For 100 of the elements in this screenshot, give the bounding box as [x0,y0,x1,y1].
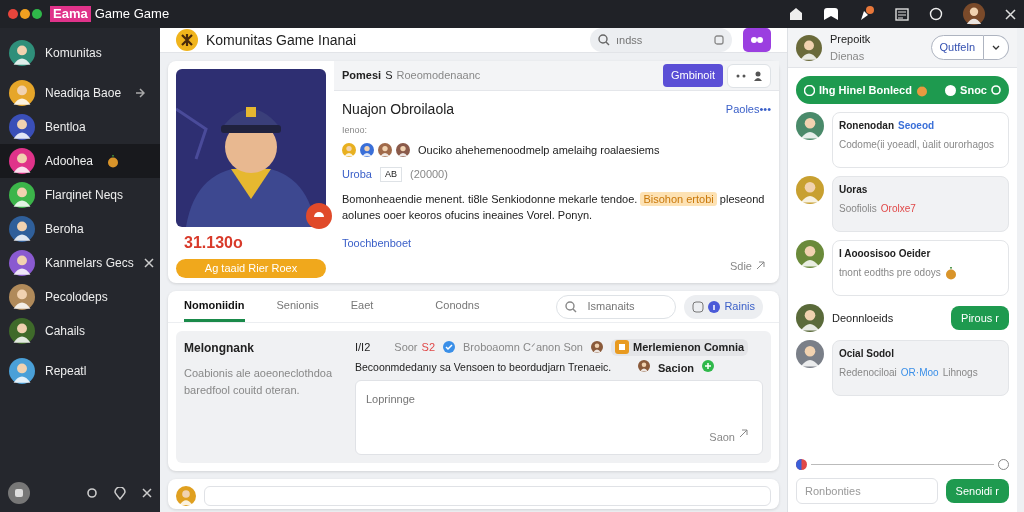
topic-tag: Merlemienon Comnia [611,339,749,356]
text-link[interactable]: Toochbenboet [342,234,412,251]
notification-icon[interactable] [859,6,875,22]
arrow-icon [756,261,765,271]
search-input[interactable]: ındss [614,30,710,50]
dots-icon [736,73,746,78]
message-text: Soofiolis [839,202,877,216]
arrow-icon [739,428,748,438]
home-icon[interactable] [789,7,803,21]
tab[interactable]: Eaet [350,290,374,323]
event-banner[interactable]: Ihg Hinel Bonlecd Snoc [796,76,1009,104]
action-button[interactable]: Pirous r [951,305,1009,331]
send-button[interactable]: Senoidi r [945,478,1009,504]
fruit-icon [944,265,957,280]
verified-icon [443,341,455,354]
pin-icon [135,88,145,98]
message-text: Codome(ii yoeadl, ùalit ourorhagos [839,138,995,152]
member-avatar [638,359,650,372]
send-button[interactable]: Saon [703,427,754,446]
page-title: Komunitas Game Inanai [206,30,357,50]
member-avatar [396,142,410,157]
tab[interactable]: Conodns [435,290,480,323]
tab[interactable]: Nomoniidin [184,290,245,323]
sidebar-item[interactable]: Cahails [0,314,160,348]
sidebar-item[interactable]: Komunitas [0,36,160,70]
search-icon [565,300,578,313]
message-field[interactable]: Ronbonties [796,478,938,504]
sidebar-item[interactable]: Neadiqa Baoe [0,76,160,110]
user-icon [754,70,762,81]
share-button[interactable]: Sdie [723,256,771,275]
message-tag: OR·Moo [900,365,939,380]
comment-field[interactable] [204,486,771,506]
filter-button[interactable]: Rainis [684,294,763,319]
member-avatar [360,142,374,157]
member-avatar [591,341,603,354]
message-author: I Aooosisoo Oeider [839,247,931,261]
info-icon [708,300,721,313]
message-author: Deonnloeids [832,310,894,326]
sidebar-item[interactable]: Adoohea [0,144,160,178]
author-tag: Seoeod [898,118,935,133]
primary-button[interactable]: Gmbinoit [662,64,723,87]
score: Soor S2 [394,340,435,355]
rating-link[interactable]: Uroba [342,166,372,183]
band-subtitle: Roeomodenaanc [396,68,481,84]
sidebar-item[interactable]: Bentloa [0,110,160,144]
search-input[interactable]: Ismanaits [585,297,666,316]
more-link[interactable]: Paoles••• [725,101,771,118]
rating-count: (20000) [410,167,448,182]
caret-icon [992,45,1000,50]
cross-icon [143,258,154,268]
game-button[interactable] [743,28,771,52]
topic-status: Sacion [658,360,695,376]
sidebar-item[interactable]: Pecolodeps [0,280,160,314]
rating-tag: AB [379,166,402,182]
band-title: Pomesi [342,68,382,84]
member-avatar [342,142,356,157]
message-author: Ocial Sodol [839,347,894,361]
tag-icon [615,340,629,355]
summary-text: Ouciko ahehemenoodmelp amelaihg roalaesiems [418,142,660,158]
band-separator: S [385,68,393,84]
search-field[interactable]: Ismanaits [556,294,677,319]
description: Bomonheaendie menent. ti8le Senkiodonne mekarle tendoe. Bisohon ertobi pleseond aolunes ooer keoros ofucins ineaines Vorel. Ponyn. [342,190,766,223]
user-name: Prepoitk [830,32,871,47]
fruit-icon [915,83,928,97]
sidebar-item[interactable]: Kanmelars Gecs [0,246,160,280]
label: Ienoo: [342,124,369,137]
topic-body: Becoonmdedanıy sa Vensoen to beordudjarn Trenaeic. [355,359,613,375]
message-tag: Orolxe7 [880,201,916,216]
logo: Eama [50,6,91,22]
sidebar-item[interactable]: Beroha [0,212,160,246]
search-icon [598,34,610,46]
verified-author: Broboaomn Cᐟanon Son [463,340,583,355]
fruit-icon [107,154,120,168]
reply-field[interactable]: Loprinnge Saon [355,380,763,455]
topic-description: Coabionis ale aoeoneclothdoa baredfool couitd oteran. [184,366,333,398]
more-button[interactable] [727,63,771,88]
profile-avatar [963,3,985,25]
message-text: Lihnogs [942,366,978,380]
user-avatar [176,486,196,506]
highlight-tag: Bisohon ertobi [640,191,717,206]
close-icon[interactable] [142,488,152,498]
message-text: tnont eodths pre odoys [839,266,941,280]
news-icon[interactable] [895,7,909,21]
message-author: Ronenodan [839,119,894,133]
sidebar-item[interactable]: Repeatl [0,354,160,388]
topic-title: Melongnank [184,340,255,357]
member-avatar [378,142,392,157]
sidebar-item[interactable]: Flarqinet Neqs [0,178,160,212]
bookmark-icon[interactable] [823,7,839,21]
community-logo [176,29,198,51]
follow-button[interactable]: Qutfeln [930,35,984,60]
search-field[interactable]: ındss [590,28,732,52]
close-icon[interactable] [1005,8,1016,20]
app-title: Game Game [94,5,170,24]
user-status: Dienas [830,48,866,64]
user-avatar [796,34,822,61]
message-author: Uoras [839,183,868,197]
user-avatar[interactable] [8,482,30,504]
location-icon[interactable] [114,486,126,500]
tab[interactable]: Senionis [276,290,319,323]
